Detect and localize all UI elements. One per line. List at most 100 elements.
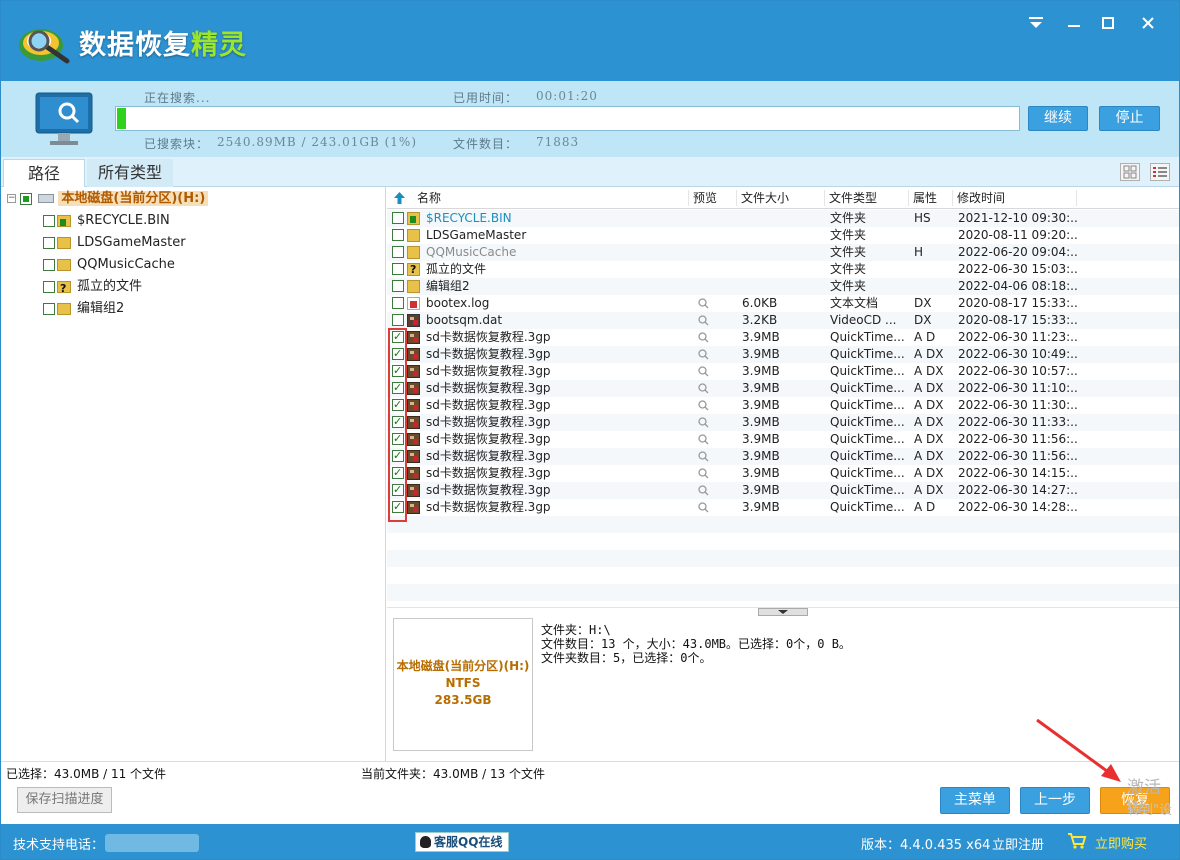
preview-search-icon[interactable] <box>698 366 709 377</box>
file-row[interactable]: QQMusicCache 文件夹 H 2022-06-20 09:04:... <box>387 244 1179 261</box>
folder-icon <box>57 258 71 271</box>
tree-item-label: LDSGameMaster <box>77 235 186 250</box>
list-view-icon[interactable] <box>1150 163 1170 181</box>
file-modified: 2022-06-30 10:57:... <box>958 364 1078 378</box>
tree-item-checkbox[interactable] <box>43 302 55 315</box>
file-row[interactable]: sd卡数据恢复教程.3gp 3.9MB QuickTime... A DX 2022-0… <box>387 379 1179 397</box>
row-checkbox[interactable] <box>392 246 404 258</box>
menu-dropdown-icon[interactable] <box>1023 11 1049 35</box>
file-row[interactable]: bootex.log 6.0KB 文本文档 DX 2020-08-17 15:33:..… <box>387 295 1179 312</box>
maximize-icon[interactable] <box>1095 11 1121 35</box>
preview-search-icon[interactable] <box>698 315 709 326</box>
file-row[interactable]: sd卡数据恢复教程.3gp 3.9MB QuickTime... A DX 2022-0… <box>387 345 1179 363</box>
row-checkbox[interactable] <box>392 212 404 224</box>
tree-root[interactable]: − 本地磁盘(当前分区)(H:) <box>7 189 209 209</box>
tree-item[interactable]: LDSGameMaster <box>43 233 186 253</box>
col-modified[interactable]: 修改时间 <box>953 190 1077 206</box>
tree-item-label: $RECYCLE.BIN <box>77 213 170 228</box>
search-panel: 正在搜索... 已用时间： 00:01:20 已搜索块： 2540.89MB /… <box>1 81 1179 157</box>
minimize-icon[interactable] <box>1061 11 1087 35</box>
col-preview[interactable]: 预览 <box>689 190 737 206</box>
red-arrow-annotation <box>1036 718 1121 782</box>
row-checkbox[interactable] <box>392 263 404 275</box>
file-row[interactable]: sd卡数据恢复教程.3gp 3.9MB QuickTime... A D 2022-06… <box>387 498 1179 516</box>
app-logo-icon <box>19 29 70 64</box>
file-type: 文件夹 <box>830 228 867 242</box>
row-checkbox[interactable] <box>392 229 404 241</box>
preview-search-icon[interactable] <box>698 417 709 428</box>
tab-bar: 路径 所有类型 <box>1 157 1179 187</box>
preview-search-icon[interactable] <box>698 349 709 360</box>
collapse-icon[interactable]: − <box>7 194 16 203</box>
tab-path[interactable]: 路径 <box>3 159 85 187</box>
file-row[interactable]: sd卡数据恢复教程.3gp 3.9MB QuickTime... A DX 2022-0… <box>387 430 1179 448</box>
tree-item-checkbox[interactable] <box>43 258 55 271</box>
video-file-icon <box>407 484 420 497</box>
preview-search-icon[interactable] <box>698 485 709 496</box>
save-progress-button[interactable]: 保存扫描进度 <box>17 787 112 813</box>
preview-search-icon[interactable] <box>698 502 709 513</box>
preview-search-icon[interactable] <box>698 298 709 309</box>
tree-item[interactable]: $RECYCLE.BIN <box>43 211 170 231</box>
disk-size: 283.5GB <box>434 693 492 707</box>
file-type: QuickTime... <box>830 347 905 361</box>
col-name[interactable]: 名称 <box>413 190 689 206</box>
file-name: sd卡数据恢复教程.3gp <box>426 449 551 463</box>
file-size: 3.9MB <box>742 432 780 446</box>
qq-support-button[interactable]: 客服QQ在线 <box>415 832 509 852</box>
file-row[interactable]: bootsqm.dat 3.2KB VideoCD ... DX 2020-08-17 … <box>387 312 1179 329</box>
file-row[interactable]: 孤立的文件 文件夹 2022-06-30 15:03:... <box>387 261 1179 278</box>
continue-button[interactable]: 继续 <box>1028 106 1088 131</box>
disk-info-box: 本地磁盘(当前分区)(H:) NTFS 283.5GB <box>393 618 533 751</box>
main-menu-button[interactable]: 主菜单 <box>940 787 1010 814</box>
sort-up-icon[interactable] <box>394 192 405 204</box>
tree-item-checkbox[interactable] <box>43 214 55 227</box>
preview-search-icon[interactable] <box>698 383 709 394</box>
splitter-handle[interactable] <box>758 608 808 616</box>
col-attr[interactable]: 属性 <box>909 190 953 206</box>
file-row[interactable]: sd卡数据恢复教程.3gp 3.9MB QuickTime... A DX 2022-0… <box>387 413 1179 431</box>
file-row[interactable]: 编辑组2 文件夹 2022-04-06 08:18:... <box>387 278 1179 295</box>
tree-item-checkbox[interactable] <box>43 236 55 249</box>
file-row[interactable]: $RECYCLE.BIN 文件夹 HS 2021-12-10 09:30:... <box>387 210 1179 227</box>
file-row[interactable]: sd卡数据恢复教程.3gp 3.9MB QuickTime... A DX 2022-0… <box>387 447 1179 465</box>
file-modified: 2022-06-30 11:56:... <box>958 432 1078 446</box>
tree-item[interactable]: 编辑组2 <box>43 299 124 319</box>
col-type[interactable]: 文件类型 <box>825 190 909 206</box>
col-size[interactable]: 文件大小 <box>737 190 825 206</box>
file-name: sd卡数据恢复教程.3gp <box>426 415 551 429</box>
file-row[interactable]: sd卡数据恢复教程.3gp 3.9MB QuickTime... A DX 2022-0… <box>387 464 1179 482</box>
preview-search-icon[interactable] <box>698 468 709 479</box>
buy-link[interactable]: 立即购买 <box>1095 833 1147 852</box>
prev-step-button[interactable]: 上一步 <box>1020 787 1090 814</box>
preview-search-icon[interactable] <box>698 400 709 411</box>
file-row[interactable]: sd卡数据恢复教程.3gp 3.9MB QuickTime... A DX 2022-0… <box>387 362 1179 380</box>
grid-view-icon[interactable] <box>1120 163 1140 181</box>
file-size: 3.9MB <box>742 381 780 395</box>
register-link[interactable]: 立即注册 <box>992 834 1044 853</box>
file-name: sd卡数据恢复教程.3gp <box>426 381 551 395</box>
tab-all-types[interactable]: 所有类型 <box>87 159 173 187</box>
tree-item[interactable]: 孤立的文件 <box>43 277 142 299</box>
file-row[interactable]: sd卡数据恢复教程.3gp 3.9MB QuickTime... A DX 2022-0… <box>387 481 1179 499</box>
cart-icon[interactable] <box>1067 832 1087 850</box>
preview-search-icon[interactable] <box>698 451 709 462</box>
tree-root-checkbox[interactable] <box>20 192 33 205</box>
close-icon[interactable] <box>1135 11 1161 35</box>
preview-search-icon[interactable] <box>698 434 709 445</box>
row-checkbox[interactable] <box>392 297 404 309</box>
tree-item[interactable]: QQMusicCache <box>43 255 175 275</box>
file-row[interactable]: sd卡数据恢复教程.3gp 3.9MB QuickTime... A DX 2022-0… <box>387 396 1179 414</box>
row-checkbox[interactable] <box>392 280 404 292</box>
stop-button[interactable]: 停止 <box>1099 106 1160 131</box>
row-checkbox[interactable] <box>392 314 404 326</box>
file-name: bootex.log <box>426 296 490 310</box>
orphan-folder-icon <box>407 261 420 278</box>
file-row[interactable]: LDSGameMaster 文件夹 2020-08-11 09:20:... <box>387 227 1179 244</box>
tree-item-checkbox[interactable] <box>43 280 55 293</box>
info-folder: 文件夹：H:\ <box>541 623 611 637</box>
preview-search-icon[interactable] <box>698 332 709 343</box>
video-file-icon <box>407 416 420 429</box>
file-row[interactable]: sd卡数据恢复教程.3gp 3.9MB QuickTime... A D 2022-06… <box>387 328 1179 346</box>
footer-bar: 技术支持电话： 客服QQ在线 版本：4.4.0.435 x64 立即注册 立即购… <box>1 824 1179 859</box>
